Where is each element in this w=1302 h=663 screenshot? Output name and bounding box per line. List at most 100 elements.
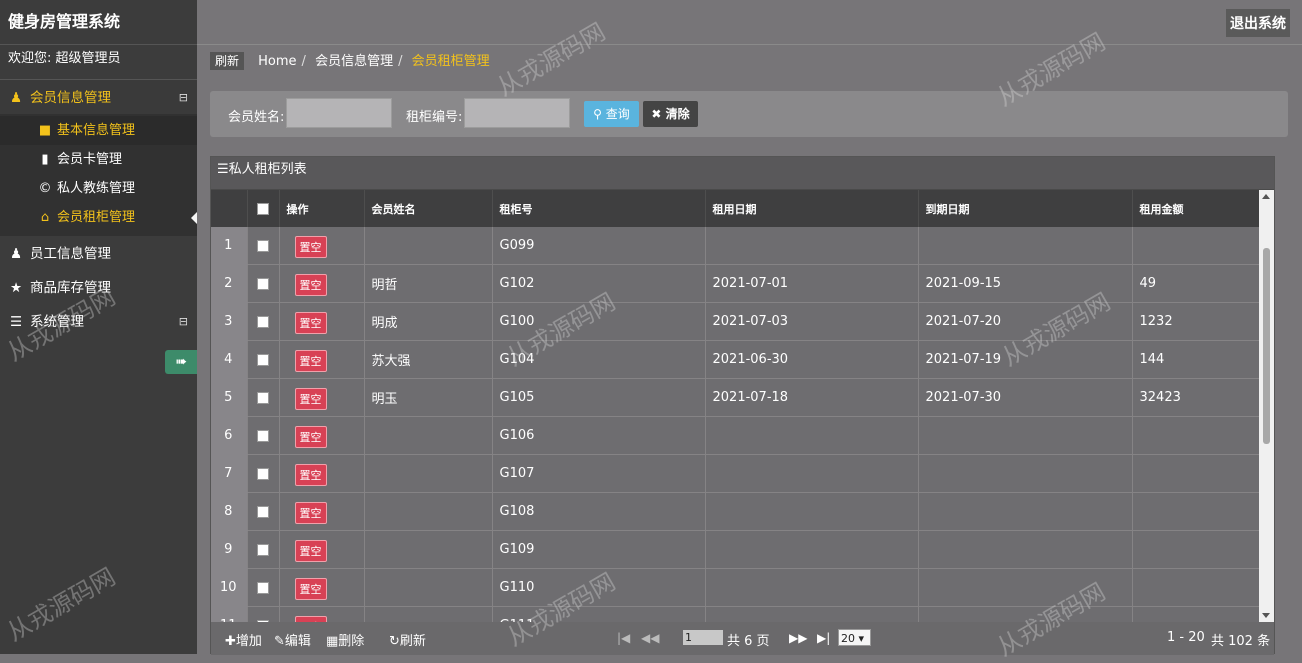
home-icon: ⌂ (40, 210, 50, 225)
end-date-cell (918, 454, 1133, 493)
row-number: 1 (211, 227, 248, 265)
sidebar-item-locker[interactable]: ⌂ 会员租柜管理 (0, 203, 197, 232)
page-number-input[interactable]: 1 (683, 630, 723, 645)
query-button[interactable]: ⚲ 查询 (584, 101, 639, 127)
member-name-cell (364, 454, 493, 493)
row-checkbox[interactable] (256, 543, 269, 556)
col-action[interactable]: 操作 (279, 190, 365, 227)
member-name-cell (364, 530, 493, 569)
logout-button[interactable]: 退出系统 (1226, 9, 1290, 37)
delete-button[interactable]: ▦删除 (326, 630, 364, 649)
collapse-toggle-icon[interactable]: ⊟ (179, 304, 188, 340)
vertical-scrollbar[interactable] (1259, 190, 1274, 622)
row-checkbox[interactable] (256, 505, 269, 518)
row-checkbox[interactable] (256, 239, 269, 252)
edit-button[interactable]: ✎编辑 (274, 630, 311, 649)
menu-staff-info[interactable]: ♟ 员工信息管理 (0, 236, 197, 270)
row-checkbox[interactable] (256, 581, 269, 594)
last-page-icon[interactable]: ▶| (817, 631, 830, 645)
table-row[interactable]: 5 置空 明玉 G105 2021-07-18 2021-07-30 32423 (211, 378, 1260, 417)
row-number: 9 (211, 530, 248, 569)
row-checkbox[interactable] (256, 391, 269, 404)
menu-system[interactable]: ☰ 系统管理 ⊟ (0, 304, 197, 338)
amount-cell (1132, 530, 1260, 569)
empty-locker-button[interactable]: 置空 (294, 273, 327, 296)
locker-cell: G100 (492, 302, 706, 341)
sidebar-item-trainer[interactable]: © 私人教练管理 (0, 174, 197, 203)
scroll-down-icon[interactable] (1262, 613, 1270, 618)
sidebar-item-member-card[interactable]: ▮ 会员卡管理 (0, 145, 197, 174)
empty-locker-button[interactable]: 置空 (294, 501, 327, 524)
empty-locker-button[interactable]: 置空 (294, 387, 327, 410)
refresh-tab-button[interactable]: 刷新 (210, 52, 245, 70)
table-row[interactable]: 8 置空 G108 (211, 492, 1260, 531)
end-date-cell (918, 530, 1133, 569)
next-page-icon[interactable]: ▶▶ (789, 631, 807, 645)
scroll-up-icon[interactable] (1262, 194, 1270, 199)
empty-locker-button[interactable]: 置空 (294, 539, 327, 562)
locker-cell: G107 (492, 454, 706, 493)
select-all-checkbox[interactable] (256, 203, 269, 215)
menu-group-member: ♟ 会员信息管理 ⊟ ■ 基本信息管理 ▮ 会员卡管理 © 私人教练管理 ⌂ 会员租柜管理 (0, 80, 197, 236)
empty-locker-button[interactable]: 置空 (294, 235, 327, 258)
action-cell: 置空 (279, 568, 365, 607)
refresh-button[interactable]: ↻刷新 (389, 630, 426, 649)
row-number: 5 (211, 378, 248, 417)
empty-locker-button[interactable]: 置空 (294, 311, 327, 334)
start-date-cell (705, 416, 919, 455)
locker-cell: G104 (492, 340, 706, 379)
clear-button[interactable]: ✖ 清除 (643, 101, 698, 127)
member-name-cell: 苏大强 (364, 340, 493, 379)
table-row[interactable]: 10 置空 G110 (211, 568, 1260, 607)
table-row[interactable]: 9 置空 G109 (211, 530, 1260, 569)
table-row[interactable]: 3 置空 明成 G100 2021-07-03 2021-07-20 1232 (211, 302, 1260, 341)
amount-cell (1132, 568, 1260, 607)
first-page-icon[interactable]: |◀ (617, 631, 630, 645)
row-checkbox[interactable] (256, 467, 269, 480)
collapse-toggle-icon[interactable]: ⊟ (179, 80, 188, 116)
breadcrumb-current: 会员租柜管理 (411, 54, 490, 69)
collapse-sidebar-button[interactable]: ➠ (165, 350, 197, 374)
start-date-cell: 2021-07-03 (705, 302, 919, 341)
col-member-name[interactable]: 会员姓名 (364, 190, 493, 227)
row-checkbox-cell (247, 416, 280, 455)
sidebar-item-basic-info[interactable]: ■ 基本信息管理 (0, 116, 197, 145)
empty-locker-button[interactable]: 置空 (294, 349, 327, 372)
breadcrumb-level1[interactable]: 会员信息管理 (315, 54, 393, 69)
row-number: 3 (211, 302, 248, 341)
menu-member-info[interactable]: ♟ 会员信息管理 ⊟ (0, 80, 197, 114)
table-row[interactable]: 7 置空 G107 (211, 454, 1260, 493)
col-locker[interactable]: 租柜号 (492, 190, 706, 227)
action-cell: 置空 (279, 227, 365, 265)
end-date-cell (918, 227, 1133, 265)
row-checkbox[interactable] (256, 315, 269, 328)
row-checkbox[interactable] (256, 353, 269, 366)
add-button[interactable]: ✚增加 (225, 630, 262, 649)
member-name-input[interactable] (286, 98, 392, 128)
topbar: 退出系统 (197, 0, 1302, 45)
col-amount[interactable]: 租用金额 (1132, 190, 1260, 227)
row-checkbox[interactable] (256, 429, 269, 442)
locker-number-input[interactable] (464, 98, 570, 128)
breadcrumb-home[interactable]: Home (258, 54, 296, 69)
page-size-select[interactable]: 20 ▾ (838, 629, 871, 646)
row-checkbox[interactable] (256, 277, 269, 290)
table-row[interactable]: 6 置空 G106 (211, 416, 1260, 455)
empty-locker-button[interactable]: 置空 (294, 425, 327, 448)
action-cell: 置空 (279, 492, 365, 531)
end-date-cell: 2021-07-20 (918, 302, 1133, 341)
prev-page-icon[interactable]: ◀◀ (641, 631, 659, 645)
add-label: 增加 (235, 634, 262, 649)
table-row[interactable]: 2 置空 明哲 G102 2021-07-01 2021-09-15 49 (211, 264, 1260, 303)
sidebar-item-label: 会员租柜管理 (57, 210, 136, 225)
plus-icon: ✚ (225, 634, 236, 649)
col-end-date[interactable]: 到期日期 (918, 190, 1133, 227)
scroll-thumb[interactable] (1263, 248, 1270, 444)
row-checkbox-cell (247, 492, 280, 531)
empty-locker-button[interactable]: 置空 (294, 577, 327, 600)
col-start-date[interactable]: 租用日期 (705, 190, 919, 227)
menu-inventory[interactable]: ★ 商品库存管理 (0, 270, 197, 304)
empty-locker-button[interactable]: 置空 (294, 463, 327, 486)
table-row[interactable]: 4 置空 苏大强 G104 2021-06-30 2021-07-19 144 (211, 340, 1260, 379)
table-row[interactable]: 1 置空 G099 (211, 227, 1260, 265)
